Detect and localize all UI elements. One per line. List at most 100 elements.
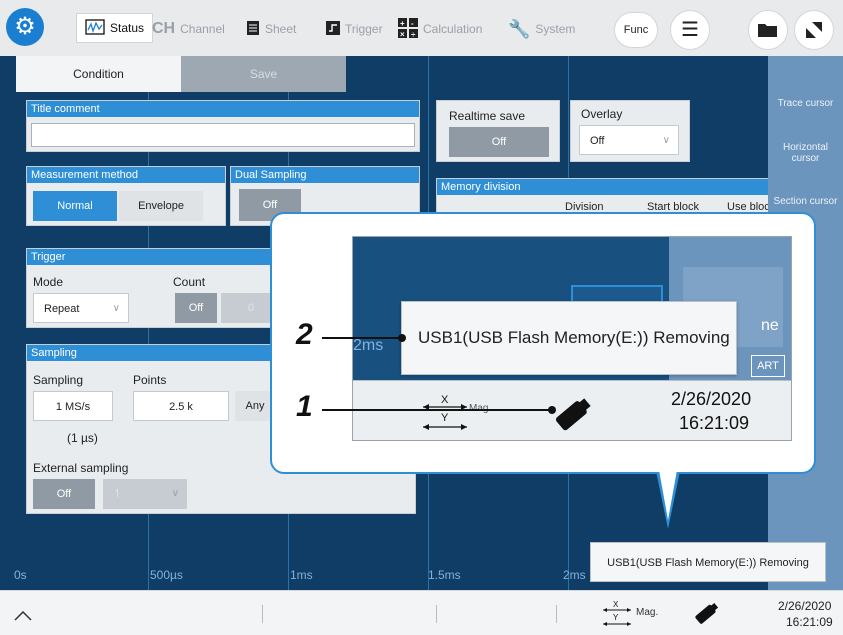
any-button[interactable]: Any [235,391,275,421]
svg-text:+: + [400,19,405,28]
section-cursor-button[interactable]: Section cursor [768,196,843,207]
x-axis-label: 0s [14,568,27,582]
external-sampling-toggle[interactable]: Off [33,479,95,509]
title-comment-panel: Title comment [26,100,420,152]
marker-2-leader [322,337,402,339]
x-axis-label: 2ms [563,568,586,582]
divider [436,605,437,623]
mag-y-label: Y [441,412,449,424]
trigger-mode-value: Repeat [44,303,80,315]
tab-channel-label: Channel [180,22,225,36]
x-axis-label: 500µs [150,568,183,582]
chevron-up-icon[interactable] [14,611,32,621]
title-comment-input[interactable] [31,123,415,147]
tab-status[interactable]: Status [76,13,154,43]
marker-1-leader [322,409,552,411]
tab-channel[interactable]: CH Channel [152,14,225,44]
x-axis-label: 1ms [290,568,313,582]
marker-1-dot [548,406,556,414]
waveform-icon [85,18,105,38]
status-mag-x-label: X [613,600,619,609]
calculator-icon: + - × ÷ [398,17,418,41]
tab-save[interactable]: Save [181,56,346,92]
divider [556,605,557,623]
tab-save-label: Save [249,67,278,81]
channel-icon: CH [152,20,176,37]
svg-text:÷: ÷ [411,30,416,38]
chevron-down-icon: ∨ [171,488,179,499]
overlay-label: Overlay [581,107,623,121]
trigger-mode-select[interactable]: Repeat ∨ [33,293,129,323]
tab-condition-label: Condition [73,67,124,81]
dual-sampling-title: Dual Sampling [231,167,419,183]
measurement-method-panel: Measurement method Normal Envelope [26,166,226,226]
title-comment-title: Title comment [27,101,419,117]
trigger-count-label: Count [173,275,206,289]
tab-sheet-label: Sheet [265,22,297,36]
folder-icon[interactable] [748,10,788,50]
usb-drive-icon [555,398,591,431]
trace-cursor-button[interactable]: Trace cursor [768,98,843,109]
status-mag-y-label: Y [613,613,619,622]
mag-xy-icon[interactable]: X Y [600,599,634,629]
trigger-count-toggle[interactable]: Off [175,293,217,323]
status-date: 2/26/2020 [778,599,832,613]
sampling-label: Sampling [33,373,84,387]
top-toolbar: ⚙ Status CH Channel Sheet Trigger + - × ÷ C… [0,0,843,56]
tab-condition[interactable]: Condition [16,56,181,92]
status-date: 2/26/2020 [671,389,752,409]
tab-sheet[interactable]: Sheet [246,14,296,44]
marker-2-dot [398,334,406,342]
x-axis-label: 1.5ms [428,568,461,582]
overlay-value: Off [590,135,605,147]
sheet-icon [246,20,260,39]
realtime-save-label: Realtime save [449,109,526,123]
tab-system[interactable]: 🔧 System [508,14,575,44]
svg-text:×: × [400,30,405,38]
trigger-icon [326,20,340,38]
func-label: Func [623,24,649,36]
expand-icon[interactable] [794,10,834,50]
points-label: Points [133,373,167,387]
tab-status-label: Status [110,21,145,35]
tab-system-label: System [535,22,576,36]
zoom-ne-label: ne [761,317,779,334]
removing-notification: USB1(USB Flash Memory(E:)) Removing [590,542,826,582]
realtime-save-panel: Realtime save Off [436,100,560,162]
horizontal-cursor-button[interactable]: Horizontal cursor [768,142,843,164]
envelope-button[interactable]: Envelope [119,191,203,221]
tab-calculation-label: Calculation [423,22,483,36]
marker-2: 2 [296,318,313,351]
external-sampling-label: External sampling [33,461,129,475]
divider [262,605,263,623]
zoom-axis-label: 2ms [353,337,384,354]
list-menu-icon[interactable]: ☰ [670,10,710,50]
tab-trigger-label: Trigger [345,22,383,36]
chevron-down-icon: ∨ [662,135,670,146]
mag-label: Mag. [636,607,659,618]
points-field[interactable]: 2.5 k [133,391,229,421]
callout-pointer-inner [659,470,677,520]
usb-drive-icon [695,602,719,624]
external-edge-select[interactable]: ↿ ∨ [103,479,187,509]
tab-trigger[interactable]: Trigger [326,14,383,44]
zoom-removing-notification: USB1(USB Flash Memory(E:)) Removing [401,301,737,375]
status-time: 16:21:09 [679,413,750,433]
overlay-select[interactable]: Off ∨ [579,125,679,155]
status-bar: X Y Mag. 2/26/2020 16:21:09 [0,590,843,635]
condition-save-tabs: Condition Save [16,56,346,92]
trigger-mode-label: Mode [33,275,64,289]
func-button[interactable]: Func [614,12,658,48]
gear-icon[interactable]: ⚙ [6,8,44,46]
sampling-period: (1 µs) [67,431,98,445]
svg-text:-: - [411,19,414,28]
overlay-panel: Overlay Off ∨ [570,100,690,162]
realtime-save-toggle[interactable]: Off [449,127,549,157]
zoom-start-button: ART [751,355,785,377]
marker-1: 1 [296,390,313,423]
normal-button[interactable]: Normal [33,191,117,221]
tab-calculation[interactable]: + - × ÷ Calculation [398,14,482,44]
wrench-icon: 🔧 [508,18,531,39]
status-time: 16:21:09 [786,615,833,629]
sampling-rate-field[interactable]: 1 MS/s [33,391,113,421]
